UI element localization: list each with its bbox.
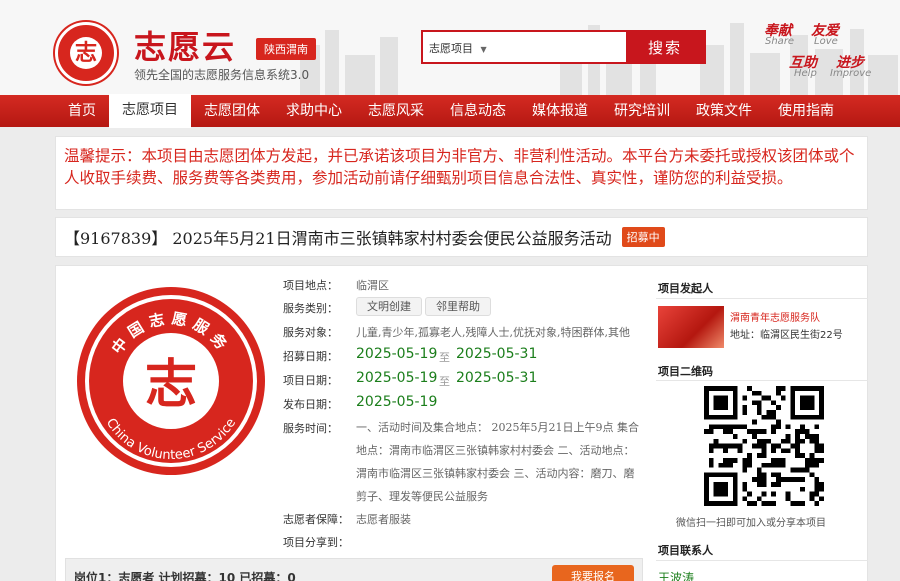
nav-item[interactable]: 政策文件 [683,95,765,127]
publish-date: 2025-05-19 [356,394,438,410]
chevron-down-icon: ▼ [480,45,487,54]
post-row: 岗位1：志愿者 计划招募：10 已招募：0 我要报名 [65,558,643,581]
publish-date-label: 发布日期： [283,398,338,411]
recruit-status-badge: 招募中 [621,227,665,247]
location-label: 项目地点： [283,279,338,292]
recruit-date-label: 招募日期： [283,350,338,363]
recruit-end-date: 2025-05-31 [456,346,538,362]
qr-caption: 微信扫一扫即可加入或分享本项目 [676,518,826,529]
project-start-date: 2025-05-19 [356,370,438,386]
org-name-link[interactable]: 渭南青年志愿服务队 [730,309,820,324]
project-title-bar: 【9167839】 2025年5月21日渭南市三张镇韩家村村委会便民公益服务活动… [55,217,868,257]
project-sidebar: 项目发起人 渭南青年志愿服务队 地址：临渭区民生街22号 项目二维码 微信扫一扫… [656,266,868,581]
post-summary: 岗位1：志愿者 计划招募：10 已招募：0 [74,571,296,581]
project-detail-panel: 志 中国志愿服务 China Volunteer Service 项目地点： 临… [55,265,868,581]
nav-item[interactable]: 志愿风采 [355,95,437,127]
nav-item[interactable]: 求助中心 [273,95,355,127]
divider [656,380,868,381]
qr-code [704,386,824,506]
contact-name: 王波涛 [658,571,695,581]
search-category-select[interactable]: 志愿项目 ▼ [429,40,487,56]
nav-item[interactable]: 首页 [55,95,109,127]
org-photo[interactable] [658,306,724,348]
logo-center-glyph: 志 [145,354,197,415]
search-box: 志愿项目 ▼ 搜索 [421,30,706,64]
guarantee-value: 志愿者服装 [356,513,411,526]
date-separator: 至 [439,375,450,388]
main-nav: 首页 志愿项目 志愿团体 求助中心 志愿风采 信息动态 媒体报道 研究培训 政策文件 使用指南 [0,94,900,128]
target-value: 儿童,青少年,孤寡老人,残障人士,优抚对象,特困群体,其他 [356,326,630,339]
project-end-date: 2025-05-31 [456,370,538,386]
share-label: 项目分享到： [283,536,349,549]
service-time-description: 一、活动时间及集合地点： 2025年5月21日上午9点 集合地点：渭南市临渭区三… [356,421,639,503]
divider [656,298,868,299]
search-button[interactable]: 搜索 [626,32,704,62]
site-name: 志愿云 [134,28,237,66]
nav-item[interactable]: 志愿团体 [191,95,273,127]
guarantee-label: 志愿者保障： [283,513,349,526]
logo-glyph: 志 [70,37,102,69]
site-logo[interactable]: 志 [55,22,117,84]
nav-item[interactable]: 研究培训 [601,95,683,127]
nav-item[interactable]: 媒体报道 [519,95,601,127]
recruit-start-date: 2025-05-19 [356,346,438,362]
search-category-label: 志愿项目 [429,42,473,55]
project-date-label: 项目日期： [283,374,338,387]
org-address: 地址：临渭区民生街22号 [730,330,843,341]
warm-notice: 温馨提示：本项目由志愿团体方发起，并已承诺该项目为非官方、非营利性活动。本平台方… [55,136,868,210]
contact-heading: 项目联系人 [658,544,713,557]
signup-button[interactable]: 我要报名 [552,565,634,581]
site-header: 志 志愿云 陕西渭南 领先全国的志愿服务信息系统3.0 志愿项目 ▼ 搜索 奉献… [0,0,900,95]
category-tag[interactable]: 文明创建 [356,297,422,316]
qr-heading: 项目二维码 [658,365,713,378]
nav-item[interactable]: 使用指南 [765,95,847,127]
service-time-label: 服务时间： [283,422,338,435]
slogan-share-en: Share [765,36,795,47]
project-title: 【9167839】 2025年5月21日渭南市三张镇韩家村村委会便民公益服务活动 [64,229,612,248]
initiator-heading: 项目发起人 [658,282,713,295]
slogan-help-en: Help [794,68,817,79]
date-separator: 至 [439,351,450,364]
divider [656,560,868,561]
nav-item[interactable]: 信息动态 [437,95,519,127]
region-badge[interactable]: 陕西渭南 [256,38,316,60]
category-label: 服务类别： [283,302,338,315]
target-label: 服务对象： [283,326,338,339]
category-tag[interactable]: 邻里帮助 [425,297,491,316]
slogan-improve-en: Improve [830,68,872,79]
nav-item[interactable]: 志愿项目 [109,94,191,128]
location-value: 临渭区 [356,279,389,292]
china-volunteer-service-logo: 志 中国志愿服务 China Volunteer Service [77,287,265,475]
notice-text: 温馨提示：本项目由志愿团体方发起，并已承诺该项目为非官方、非营利性活动。本平台方… [64,147,855,187]
site-tagline: 领先全国的志愿服务信息系统3.0 [134,68,310,82]
slogan-love-en: Love [814,36,838,47]
